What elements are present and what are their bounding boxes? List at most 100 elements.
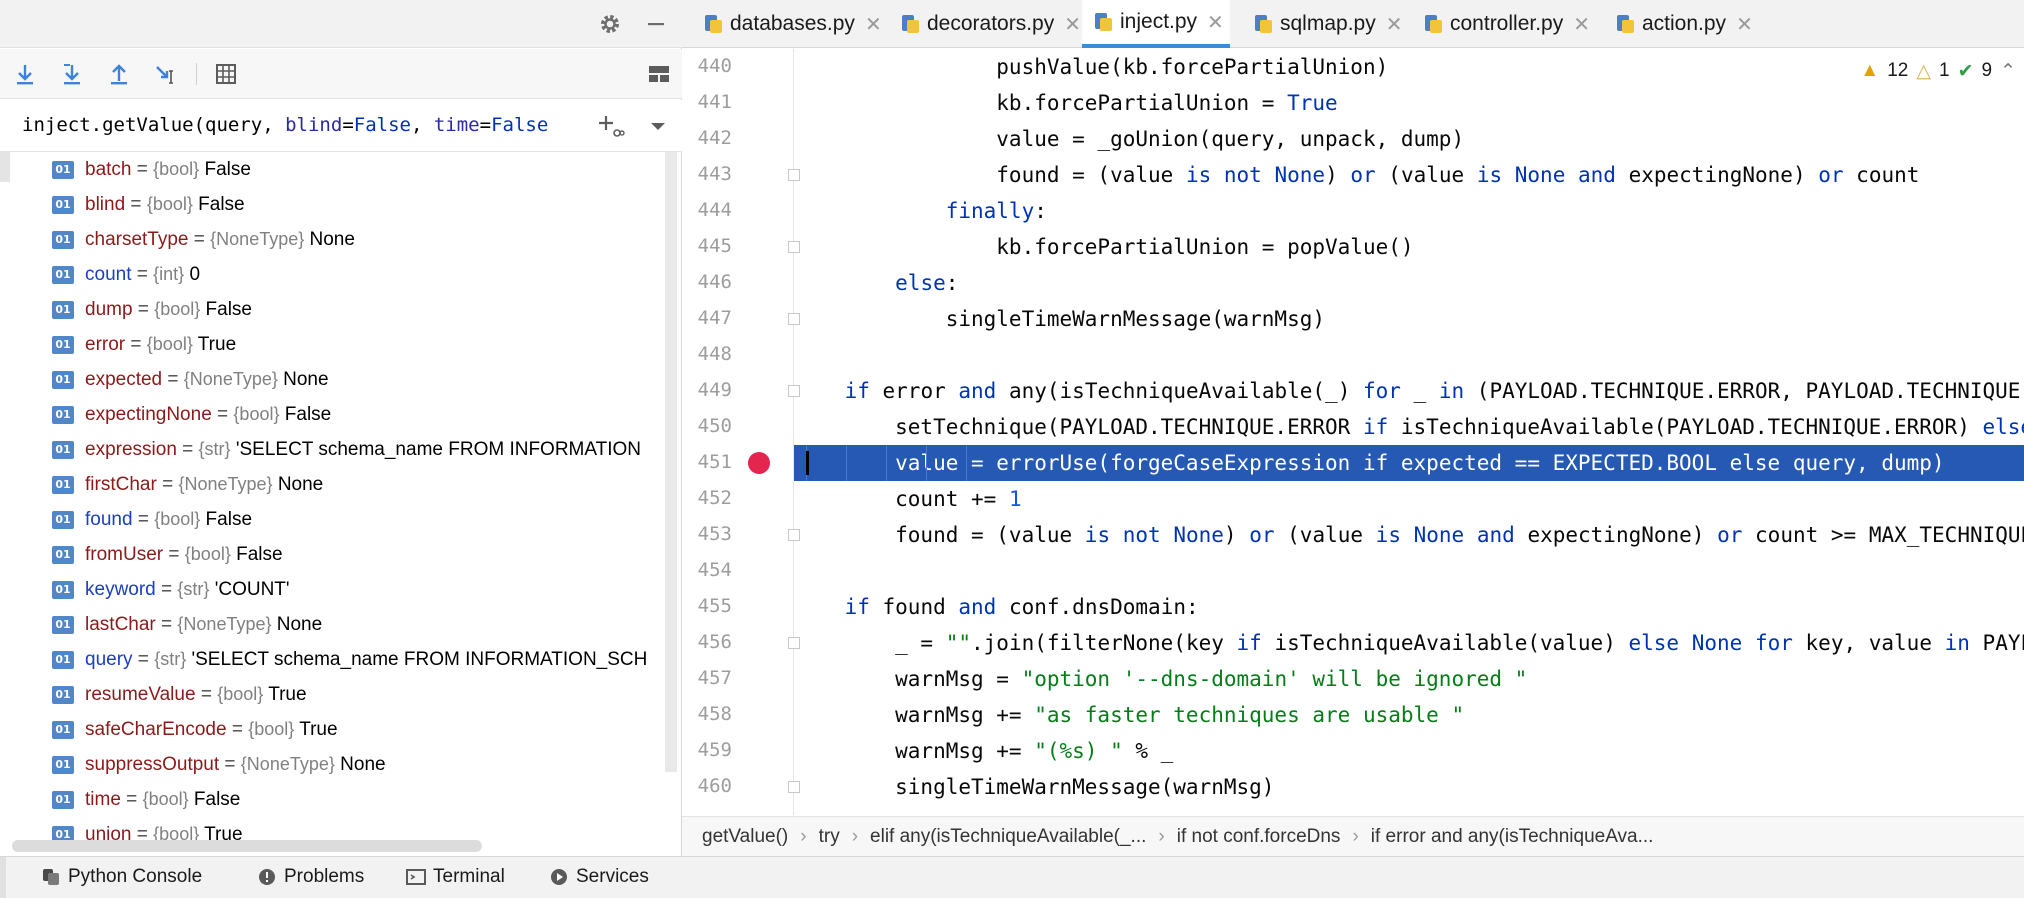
- variable-row[interactable]: 01 keyword = {str} 'COUNT': [0, 572, 665, 607]
- code-line[interactable]: warnMsg += "as faster techniques are usa…: [794, 697, 2024, 733]
- line-number[interactable]: 442: [682, 127, 732, 149]
- breakpoint-icon[interactable]: [748, 452, 770, 474]
- code-line[interactable]: count += 1: [794, 481, 2024, 517]
- breadcrumb-item[interactable]: if not conf.forceDns: [1169, 826, 1349, 848]
- variable-row[interactable]: 01 blind = {bool} False: [0, 187, 665, 222]
- code-line[interactable]: setTechnique(PAYLOAD.TECHNIQUE.ERROR if …: [794, 409, 2024, 445]
- variable-row[interactable]: 01 expression = {str} 'SELECT schema_name…: [0, 432, 665, 467]
- line-number[interactable]: 443: [682, 163, 732, 185]
- code-line[interactable]: [794, 337, 2024, 373]
- code-line[interactable]: warnMsg = "option '--dns-domain' will be…: [794, 661, 2024, 697]
- editor-tab[interactable]: controller.py ✕: [1412, 0, 1596, 48]
- line-number[interactable]: 444: [682, 199, 732, 221]
- code-line[interactable]: singleTimeWarnMessage(warnMsg): [794, 301, 2024, 337]
- run-to-cursor-icon[interactable]: [151, 59, 181, 89]
- tool-window-button[interactable]: Services: [548, 866, 649, 888]
- step-out-icon[interactable]: [104, 59, 134, 89]
- code-line[interactable]: kb.forcePartialUnion = popValue(): [794, 229, 2024, 265]
- editor-tab[interactable]: decorators.py ✕: [889, 0, 1087, 48]
- editor-tab[interactable]: inject.py ✕: [1082, 0, 1230, 48]
- chevron-down-icon[interactable]: [646, 114, 670, 138]
- line-number[interactable]: 449: [682, 379, 732, 401]
- tool-window-button[interactable]: Problems: [256, 866, 364, 888]
- breadcrumb-item[interactable]: elif any(isTechniqueAvailable(_...: [862, 826, 1154, 848]
- code-line[interactable]: kb.forcePartialUnion = True: [794, 85, 2024, 121]
- frame-selector[interactable]: inject.getValue(query, blind=False, time…: [0, 100, 682, 152]
- code-line[interactable]: [794, 553, 2024, 589]
- variable-row[interactable]: 01 charsetType = {NoneType} None: [0, 222, 665, 257]
- line-number[interactable]: 451: [682, 451, 732, 473]
- code-line[interactable]: value = _goUnion(query, unpack, dump): [794, 121, 2024, 157]
- editor-tab[interactable]: sqlmap.py ✕: [1242, 0, 1408, 48]
- variable-row[interactable]: 01 suppressOutput = {NoneType} None: [0, 747, 665, 782]
- line-number[interactable]: 453: [682, 523, 732, 545]
- code-line[interactable]: else:: [794, 265, 2024, 301]
- inspection-widget[interactable]: ▲ 12 △ 1 ✔ 9 ⌃: [1854, 53, 2024, 89]
- close-icon[interactable]: ✕: [1573, 12, 1590, 37]
- close-icon[interactable]: ✕: [1207, 10, 1224, 35]
- code-line[interactable]: warnMsg += "(%s) " % _: [794, 733, 2024, 769]
- line-number[interactable]: 440: [682, 55, 732, 77]
- code-line[interactable]: singleTimeWarnMessage(warnMsg): [794, 769, 2024, 805]
- code-line[interactable]: found = (value is not None) or (value is…: [794, 517, 2024, 553]
- code-line[interactable]: if found and conf.dnsDomain:: [794, 589, 2024, 625]
- variable-row[interactable]: 01 lastChar = {NoneType} None: [0, 607, 665, 642]
- variable-row[interactable]: 01 count = {int} 0: [0, 257, 665, 292]
- variable-row[interactable]: 01 error = {bool} True: [0, 327, 665, 362]
- layout-icon[interactable]: [644, 59, 674, 89]
- evaluate-expression-icon[interactable]: [211, 59, 241, 89]
- close-icon[interactable]: ✕: [1386, 12, 1403, 37]
- close-icon[interactable]: ✕: [1064, 12, 1081, 37]
- code-line[interactable]: pushValue(kb.forcePartialUnion): [794, 49, 2024, 85]
- editor-gutter[interactable]: 440 441 442 443 444 445 446 447 448 449 450 451 452 4…: [682, 49, 800, 815]
- line-number[interactable]: 450: [682, 415, 732, 437]
- line-number[interactable]: 448: [682, 343, 732, 365]
- line-number[interactable]: 454: [682, 559, 732, 581]
- close-icon[interactable]: ✕: [865, 12, 882, 37]
- variable-row[interactable]: 01 found = {bool} False: [0, 502, 665, 537]
- variable-row[interactable]: 01 safeCharEncode = {bool} True: [0, 712, 665, 747]
- line-number[interactable]: 447: [682, 307, 732, 329]
- chevron-up-icon[interactable]: ⌃: [2000, 60, 2016, 83]
- variable-row[interactable]: 01 resumeValue = {bool} True: [0, 677, 665, 712]
- editor-tab[interactable]: action.py ✕: [1604, 0, 1759, 48]
- current-execution-line[interactable]: value = errorUse(forgeCaseExpression if …: [794, 445, 2024, 481]
- add-watch-icon[interactable]: [596, 112, 626, 142]
- breadcrumb-item[interactable]: if error and any(isTechniqueAva...: [1363, 826, 1662, 848]
- variable-row[interactable]: 01 fromUser = {bool} False: [0, 537, 665, 572]
- line-number[interactable]: 458: [682, 703, 732, 725]
- code-editor[interactable]: 440 441 442 443 444 445 446 447 448 449 450 451 452 4…: [682, 49, 2024, 815]
- step-over-icon[interactable]: [10, 59, 40, 89]
- line-number[interactable]: 459: [682, 739, 732, 761]
- close-icon[interactable]: ✕: [1736, 12, 1753, 37]
- breadcrumb-item[interactable]: try: [811, 826, 848, 848]
- variable-row[interactable]: 01 dump = {bool} False: [0, 292, 665, 327]
- line-number[interactable]: 455: [682, 595, 732, 617]
- line-number[interactable]: 452: [682, 487, 732, 509]
- variable-row[interactable]: 01 expectingNone = {bool} False: [0, 397, 665, 432]
- code-line[interactable]: _ = "".join(filterNone(key if isTechniqu…: [794, 625, 2024, 661]
- code-line[interactable]: finally:: [794, 193, 2024, 229]
- gear-icon[interactable]: [596, 10, 624, 38]
- variable-row[interactable]: 01 query = {str} 'SELECT schema_name FROM…: [0, 642, 665, 677]
- minimize-icon[interactable]: [642, 10, 670, 38]
- variable-row[interactable]: 01 time = {bool} False: [0, 782, 665, 817]
- code-line[interactable]: if error and any(isTechniqueAvailable(_)…: [794, 373, 2024, 409]
- variable-row[interactable]: 01 batch = {bool} False: [0, 152, 665, 187]
- line-number[interactable]: 457: [682, 667, 732, 689]
- variables-horizontal-scrollbar[interactable]: [12, 840, 482, 852]
- line-number[interactable]: 456: [682, 631, 732, 653]
- tool-window-button[interactable]: Terminal: [405, 866, 505, 888]
- variables-vertical-scrollbar[interactable]: [665, 152, 677, 772]
- breadcrumb-item[interactable]: getValue(): [682, 826, 796, 848]
- variable-row[interactable]: 01 union = {bool} True: [0, 817, 665, 842]
- step-into-icon[interactable]: [57, 59, 87, 89]
- line-number[interactable]: 445: [682, 235, 732, 257]
- line-number[interactable]: 441: [682, 91, 732, 113]
- variable-row[interactable]: 01 firstChar = {NoneType} None: [0, 467, 665, 502]
- line-number[interactable]: 460: [682, 775, 732, 797]
- tool-window-button[interactable]: Python Console: [40, 866, 202, 888]
- editor-tab[interactable]: databases.py ✕: [692, 0, 888, 48]
- code-line[interactable]: found = (value is not None) or (value is…: [794, 157, 2024, 193]
- line-number[interactable]: 446: [682, 271, 732, 293]
